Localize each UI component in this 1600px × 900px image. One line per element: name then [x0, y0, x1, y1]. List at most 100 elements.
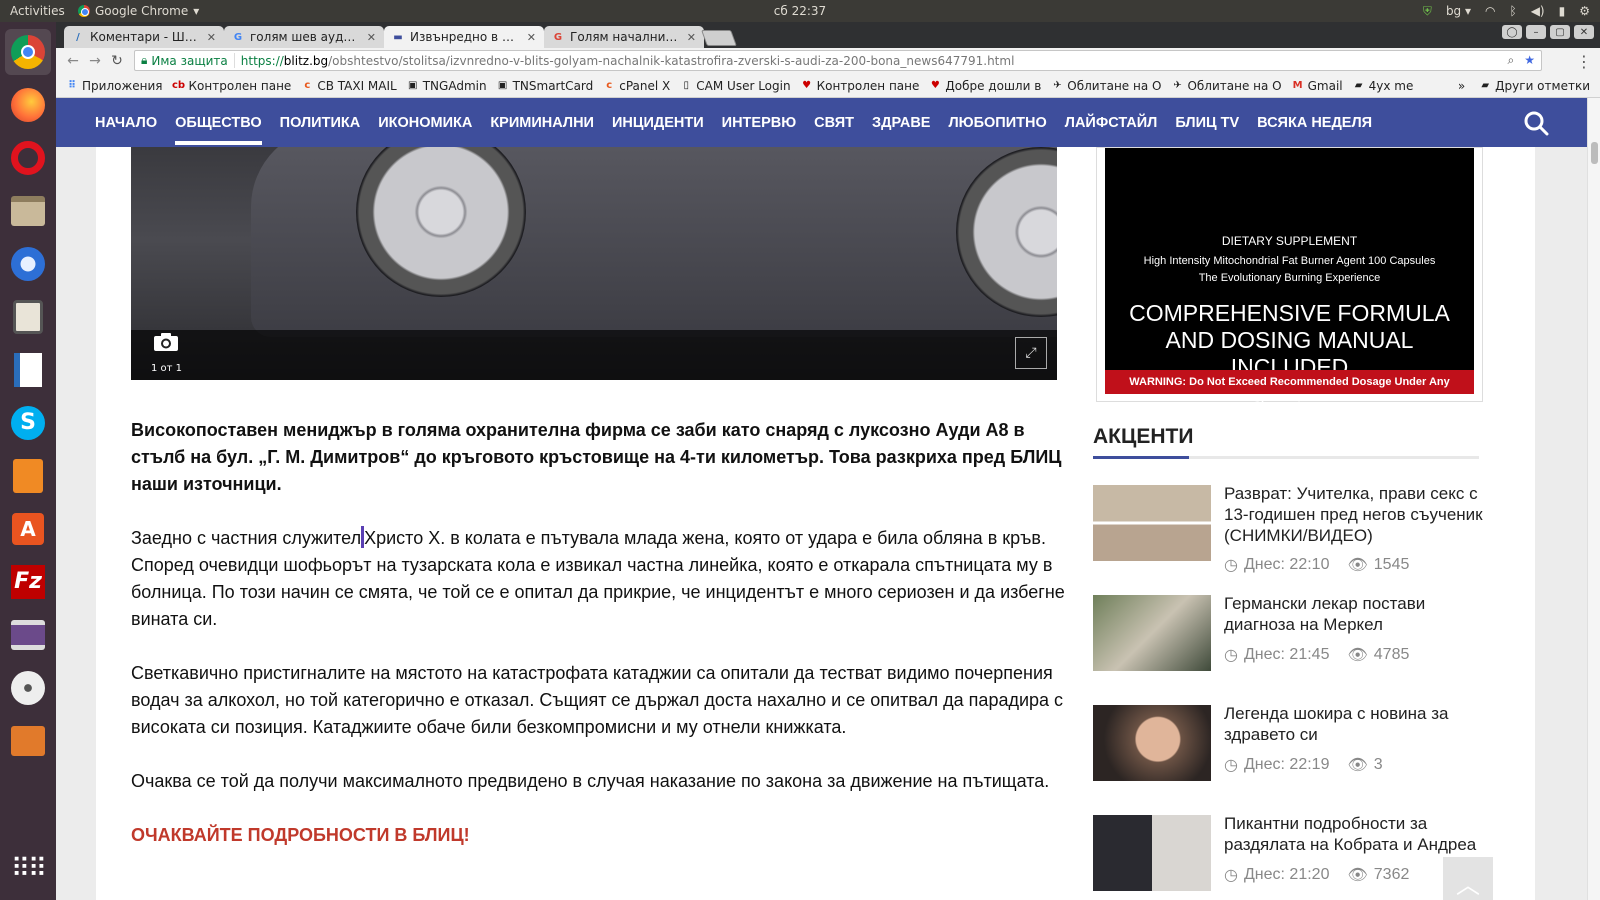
- nav-item-interview[interactable]: ИНТЕРВЮ: [722, 98, 797, 147]
- nav-item-politics[interactable]: ПОЛИТИКА: [280, 98, 361, 147]
- clock[interactable]: сб 22:37: [0, 4, 1600, 18]
- nav-item-curious[interactable]: ЛЮБОПИТНО: [948, 98, 1046, 147]
- nav-item-economy[interactable]: ИКОНОМИКА: [378, 98, 472, 147]
- bookmark-item[interactable]: M Gmail: [1292, 79, 1343, 93]
- back-arrow-icon[interactable]: ←: [62, 53, 84, 69]
- rhythmbox-icon[interactable]: [5, 294, 51, 340]
- software-center-icon[interactable]: A: [5, 506, 51, 552]
- calculator-icon[interactable]: [5, 453, 51, 499]
- news-item[interactable]: Легенда шокира с новина за здравето си ◷…: [1093, 703, 1486, 795]
- bookmark-apps[interactable]: ⠿ Приложения: [66, 79, 162, 93]
- chrome-launcher-icon[interactable]: [5, 29, 51, 75]
- tab-0[interactable]: / Коментари - Шофьо ✕: [64, 26, 224, 48]
- nav-item-lifestyle[interactable]: ЛАЙФСТАЙЛ: [1065, 98, 1158, 147]
- app-menu[interactable]: Google Chrome ▾: [78, 4, 199, 18]
- files-icon[interactable]: [5, 188, 51, 234]
- news-title[interactable]: Германски лекар постави диагноза на Мерк…: [1224, 593, 1486, 635]
- camera-icon[interactable]: [153, 332, 179, 352]
- secure-indicator[interactable]: 🔒︎ Има защита: [141, 53, 235, 68]
- bookmark-star-icon[interactable]: ★: [1524, 53, 1535, 68]
- news-views: 👁︎ 1545: [1347, 555, 1409, 575]
- nav-item-society[interactable]: ОБЩЕСТВО: [175, 98, 262, 147]
- nav-item-incidents[interactable]: ИНЦИДЕНТИ: [612, 98, 704, 147]
- news-item[interactable]: Пикантни подробности за раздялата на Коб…: [1093, 813, 1486, 900]
- bookmark-item[interactable]: ▯ CAM User Login: [680, 79, 791, 93]
- page-scrollbar[interactable]: [1587, 98, 1600, 900]
- bookmark-item[interactable]: c CB TAXI MAIL: [301, 79, 396, 93]
- thunderbird-icon[interactable]: [5, 241, 51, 287]
- filezilla-icon[interactable]: Fz: [5, 559, 51, 605]
- disc-icon[interactable]: [5, 665, 51, 711]
- bookmark-item[interactable]: ♥ Контролен пане: [801, 79, 919, 93]
- writer-icon[interactable]: [5, 347, 51, 393]
- reload-icon[interactable]: ↻: [106, 53, 128, 69]
- shield-icon[interactable]: ⛨: [1423, 4, 1432, 19]
- nav-item-every-sunday[interactable]: ВСЯКА НЕДЕЛЯ: [1257, 98, 1372, 147]
- nav-item-health[interactable]: ЗДРАВЕ: [872, 98, 930, 147]
- scroll-to-top-button[interactable]: ︿: [1443, 857, 1493, 900]
- nav-item-home[interactable]: НАЧАЛО: [95, 98, 157, 147]
- close-icon[interactable]: ✕: [367, 31, 376, 44]
- forward-arrow-icon[interactable]: →: [84, 53, 106, 69]
- profile-icon[interactable]: ◯: [1502, 25, 1522, 39]
- gear-icon[interactable]: ⚙: [1579, 4, 1590, 18]
- slash-favicon-icon: /: [76, 31, 80, 43]
- activities-button[interactable]: Activities: [0, 4, 78, 18]
- nav-item-blitz-tv[interactable]: БЛИЦ TV: [1175, 98, 1239, 147]
- maximize-icon[interactable]: ▢: [1550, 25, 1570, 39]
- app-grid-icon[interactable]: ⠿⠿: [11, 854, 47, 884]
- zoom-icon[interactable]: ⌕: [1508, 53, 1515, 68]
- bookmark-item[interactable]: ♥ Добре дошли в: [929, 79, 1041, 93]
- sidebar-ad[interactable]: DIETARY SUPPLEMENT High Intensity Mitoch…: [1096, 147, 1483, 412]
- bookmark-item[interactable]: ✈ Облитане на О: [1051, 79, 1161, 93]
- close-icon[interactable]: ✕: [687, 31, 696, 44]
- minimize-icon[interactable]: –: [1526, 25, 1546, 39]
- news-title[interactable]: Легенда шокира с новина за здравето си: [1224, 703, 1486, 745]
- expand-icon[interactable]: ⤢: [1015, 337, 1047, 369]
- tab-3[interactable]: G Голям началник ка ✕: [544, 26, 704, 48]
- bookmark-item[interactable]: ▣ TNGAdmin: [407, 79, 487, 93]
- system-tools-icon[interactable]: [5, 718, 51, 764]
- news-thumbnail[interactable]: [1093, 485, 1211, 561]
- news-item[interactable]: Германски лекар постави диагноза на Мерк…: [1093, 593, 1486, 685]
- news-item[interactable]: Разврат: Учителка, прави секс с 13-годиш…: [1093, 483, 1486, 575]
- tab-1[interactable]: G голям шев аудо 200 ✕: [224, 26, 384, 48]
- nav-item-world[interactable]: СВЯТ: [814, 98, 854, 147]
- news-title[interactable]: Разврат: Учителка, прави секс с 13-годиш…: [1224, 483, 1486, 546]
- new-tab-button[interactable]: [701, 30, 737, 46]
- keyboard-layout-indicator[interactable]: bg ▾: [1446, 4, 1471, 18]
- scrollbar-thumb[interactable]: [1591, 142, 1598, 164]
- close-window-icon[interactable]: ✕: [1574, 25, 1594, 39]
- tab-2[interactable]: ▬ Извънредно в БЛИЦ ✕: [384, 26, 544, 48]
- image-icon: ▣: [407, 80, 418, 91]
- firefox-icon[interactable]: [5, 82, 51, 128]
- bookmark-item[interactable]: c cPanel X: [603, 79, 670, 93]
- news-thumbnail[interactable]: [1093, 815, 1211, 891]
- skype-icon[interactable]: S: [5, 400, 51, 446]
- volume-icon[interactable]: ◀): [1531, 4, 1545, 18]
- search-icon[interactable]: [1523, 110, 1549, 136]
- video-icon[interactable]: [5, 612, 51, 658]
- bookmark-item[interactable]: ▣ TNSmartCard: [497, 79, 593, 93]
- opera-icon[interactable]: [5, 135, 51, 181]
- news-thumbnail[interactable]: [1093, 705, 1211, 781]
- wifi-icon[interactable]: ◠: [1485, 4, 1495, 18]
- close-icon[interactable]: ✕: [207, 31, 216, 44]
- battery-icon[interactable]: ▮: [1559, 4, 1566, 18]
- article-photo[interactable]: 1 от 1 ⤢: [131, 147, 1057, 380]
- bookmarks-more-button[interactable]: »: [1458, 79, 1465, 93]
- menu-dots-icon[interactable]: ⋮: [1576, 52, 1592, 71]
- web-page: НАЧАЛО ОБЩЕСТВО ПОЛИТИКА ИКОНОМИКА КРИМИ…: [56, 98, 1600, 900]
- bookmark-item[interactable]: ▰ 4ух me: [1353, 79, 1414, 93]
- news-thumbnail[interactable]: [1093, 595, 1211, 671]
- close-icon[interactable]: ✕: [527, 31, 536, 44]
- news-title[interactable]: Пикантни подробности за раздялата на Коб…: [1224, 813, 1486, 855]
- other-bookmarks-folder[interactable]: ▰ Други отметки: [1479, 79, 1590, 93]
- paragraph-text: Заедно с частния служител: [131, 528, 362, 548]
- bookmark-item[interactable]: ✈ Облитане на О: [1171, 79, 1281, 93]
- nav-item-crime[interactable]: КРИМИНАЛНИ: [490, 98, 594, 147]
- omnibox-actions: ⌕ ★: [1508, 53, 1536, 68]
- bluetooth-icon[interactable]: ᛒ: [1510, 4, 1517, 18]
- address-bar[interactable]: 🔒︎ Има защита https:// blitz.bg /obshtes…: [134, 50, 1542, 71]
- bookmark-item[interactable]: cb Контролен пане: [172, 79, 291, 93]
